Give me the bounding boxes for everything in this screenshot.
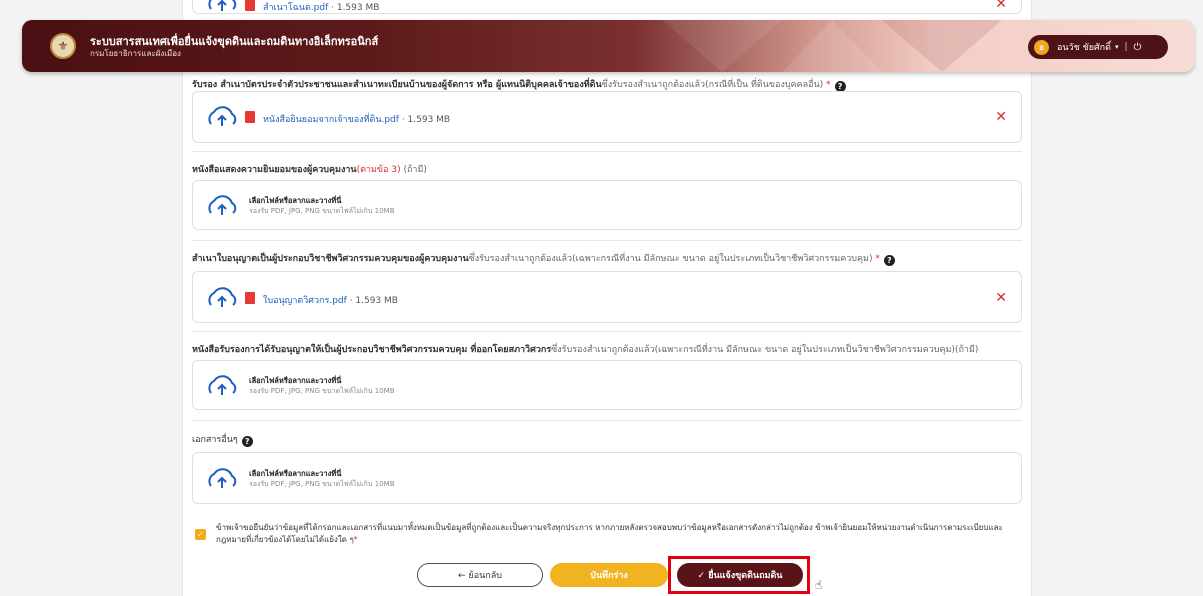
upload-box-council-certificate[interactable]: เลือกไฟล์หรือลากและวางที่นี่ รองรับ PDF,… bbox=[192, 360, 1022, 410]
separator: | bbox=[1124, 42, 1128, 52]
upload-box-other-docs[interactable]: เลือกไฟล์หรือลากและวางที่นี่ รองรับ PDF,… bbox=[192, 452, 1022, 504]
upload-cloud-icon bbox=[208, 195, 237, 215]
avatar: อ bbox=[1034, 39, 1049, 55]
section-label-owner-id: รับรอง สำเนาบัตรประจำตัวประชาชนและสำเนาท… bbox=[192, 77, 846, 92]
file-hint: รองรับ PDF, JPG, PNG ขนาดไฟล์ไม่เกิน 10M… bbox=[249, 480, 395, 488]
upload-cloud-icon bbox=[208, 468, 237, 488]
back-button[interactable]: ← ย้อนกลับ bbox=[417, 563, 543, 587]
pointer-cursor-icon: ☝ bbox=[815, 578, 823, 592]
divider bbox=[192, 331, 1022, 332]
pdf-file-icon bbox=[245, 292, 255, 304]
upload-cloud-icon bbox=[208, 287, 237, 307]
upload-box-owner-id[interactable]: หนังสือยินยอมจากเจ้าของที่ดิน.pdf · 1.59… bbox=[192, 91, 1022, 143]
section-label-engineer-license: สำเนาใบอนุญาตเป็นผู้ประกอบวิชาชีพวิศวกรร… bbox=[192, 251, 895, 266]
file-link-deed[interactable]: สำเนาโฉนด.pdf · 1.593 MB bbox=[263, 0, 379, 14]
file-link-consent-letter[interactable]: หนังสือยินยอมจากเจ้าของที่ดิน.pdf · 1.59… bbox=[263, 112, 450, 126]
pdf-file-icon bbox=[245, 111, 255, 123]
section-label-supervisor-consent: หนังสือแสดงความยินยอมของผู้ควบคุมงาน(ตาม… bbox=[192, 165, 427, 175]
section-label-council-certificate: หนังสือรับรองการได้รับอนุญาตให้เป็นผู้ปร… bbox=[192, 345, 979, 355]
upload-box-supervisor-consent[interactable]: เลือกไฟล์หรือลากและวางที่นี่ รองรับ PDF,… bbox=[192, 180, 1022, 230]
chevron-down-icon[interactable]: ▾ bbox=[1115, 43, 1119, 51]
remove-file-button[interactable]: ✕ bbox=[995, 0, 1007, 12]
upload-box-engineer-license[interactable]: ใบอนุญาตวิศวกร.pdf · 1.593 MB ✕ bbox=[192, 271, 1022, 323]
file-hint: รองรับ PDF, JPG, PNG ขนาดไฟล์ไม่เกิน 10M… bbox=[249, 387, 395, 395]
power-icon[interactable]: ⏻ bbox=[1134, 42, 1142, 53]
save-draft-button[interactable]: บันทึกร่าง bbox=[550, 563, 668, 587]
user-name: อนวัช ชัยศักดิ์ bbox=[1057, 43, 1111, 53]
consent-text: ข้าพเจ้าขอยืนยันว่าข้อมูลที่ได้กรอกและเอ… bbox=[216, 523, 1003, 544]
app-subtitle: กรมโยธาธิการและผังเมือง bbox=[90, 49, 181, 58]
highlight-box bbox=[668, 556, 810, 594]
app-header: ⚜ ระบบสารสนเทศเพื่อยื่นแจ้งขุดดินและถมดิ… bbox=[22, 20, 1194, 72]
upload-cloud-icon bbox=[208, 106, 237, 126]
divider bbox=[192, 420, 1022, 421]
help-icon[interactable]: ? bbox=[241, 436, 253, 447]
remove-file-button[interactable]: ✕ bbox=[995, 290, 1007, 306]
section-label-other-docs: เอกสารอื่นๆ? bbox=[192, 432, 253, 447]
user-menu[interactable]: อ อนวัช ชัยศักดิ์ ▾ | ⏻ bbox=[1028, 35, 1168, 59]
divider bbox=[192, 151, 1022, 152]
file-hint: รองรับ PDF, JPG, PNG ขนาดไฟล์ไม่เกิน 10M… bbox=[249, 207, 395, 215]
upload-cloud-icon bbox=[208, 0, 237, 11]
help-icon[interactable]: ? bbox=[883, 255, 895, 266]
file-link-engineer-license[interactable]: ใบอนุญาตวิศวกร.pdf · 1.593 MB bbox=[263, 293, 398, 307]
pdf-file-icon bbox=[245, 0, 255, 11]
remove-file-button[interactable]: ✕ bbox=[995, 109, 1007, 125]
upload-box-deed[interactable]: สำเนาโฉนด.pdf · 1.593 MB ✕ bbox=[192, 0, 1022, 14]
consent-checkbox[interactable]: ✓ bbox=[195, 529, 206, 540]
upload-cloud-icon bbox=[208, 375, 237, 395]
divider bbox=[192, 240, 1022, 241]
ministry-logo-icon: ⚜ bbox=[50, 33, 76, 59]
